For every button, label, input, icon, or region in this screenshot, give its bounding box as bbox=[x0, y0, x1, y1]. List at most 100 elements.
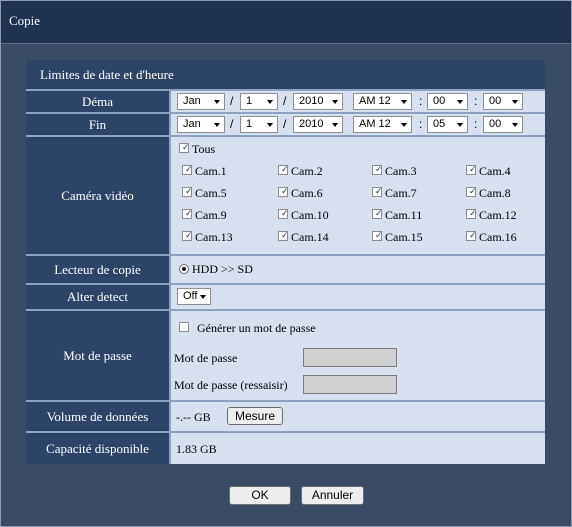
password-input[interactable] bbox=[303, 348, 397, 367]
end-day-select[interactable]: 1 bbox=[240, 116, 278, 133]
check-icon: ✓ bbox=[375, 165, 383, 175]
end-label: Fin bbox=[26, 114, 169, 135]
time-separator: : bbox=[419, 94, 423, 108]
camera-label: Caméra vidéo bbox=[26, 137, 169, 254]
check-icon: ✓ bbox=[469, 231, 477, 241]
radio-dot-icon bbox=[182, 267, 186, 271]
check-icon: ✓ bbox=[469, 187, 477, 197]
date-separator: / bbox=[283, 117, 287, 131]
start-second-select[interactable]: 00 bbox=[483, 93, 523, 110]
chevron-down-icon bbox=[457, 100, 463, 104]
checkbox-box[interactable]: ✓ bbox=[466, 165, 477, 175]
start-label: Déma bbox=[26, 91, 169, 112]
check-icon: ✓ bbox=[182, 143, 190, 153]
cancel-button[interactable]: Annuler bbox=[301, 486, 364, 505]
start-year-select[interactable]: 2010 bbox=[293, 93, 343, 110]
password-value-cell: Générer un mot de passe Mot de passe Mot… bbox=[171, 311, 545, 400]
start-row: Déma Jan / 1 / 2010 AM 12 : 00 : 00 bbox=[26, 91, 545, 112]
checkbox-box[interactable]: ✓ bbox=[372, 209, 383, 219]
alter-value-cell: Off bbox=[171, 285, 545, 309]
alter-detect-select[interactable]: Off bbox=[177, 288, 211, 305]
chevron-down-icon bbox=[267, 123, 273, 127]
checkbox-box[interactable]: ✓ bbox=[278, 209, 289, 219]
drive-label: Lecteur de copie bbox=[26, 256, 169, 283]
password-confirm-input[interactable] bbox=[303, 375, 397, 394]
checkbox-box[interactable]: ✓ bbox=[182, 187, 193, 197]
chevron-down-icon bbox=[214, 100, 220, 104]
camera-checkbox-label: Cam.14 bbox=[291, 230, 329, 244]
end-second-select[interactable]: 00 bbox=[483, 116, 523, 133]
chevron-down-icon bbox=[200, 295, 206, 299]
volume-value-cell: -.-- GB Mesure bbox=[171, 402, 545, 431]
camera-value-cell: ✓ Tous ✓ Cam.1 ✓ Cam.2 ✓ Cam.3 ✓ Cam.4 ✓ Cam.5 ✓ Ca… bbox=[171, 137, 545, 254]
camera-checkbox-label: Cam.7 bbox=[385, 186, 417, 200]
check-icon: ✓ bbox=[281, 209, 289, 219]
measure-button[interactable]: Mesure bbox=[227, 407, 283, 425]
chevron-down-icon bbox=[401, 123, 407, 127]
alter-row: Alter detect Off bbox=[26, 285, 545, 309]
date-separator: / bbox=[230, 94, 234, 108]
checkbox-box[interactable]: ✓ bbox=[466, 231, 477, 241]
date-separator: / bbox=[283, 94, 287, 108]
checkbox-box[interactable]: ✓ bbox=[179, 143, 190, 153]
end-minute-select[interactable]: 05 bbox=[427, 116, 468, 133]
ok-button[interactable]: OK bbox=[229, 486, 291, 505]
section-header: Limites de date et d'heure bbox=[26, 60, 545, 89]
check-icon: ✓ bbox=[469, 165, 477, 175]
checkbox-box[interactable]: ✓ bbox=[372, 165, 383, 175]
drive-value-cell: HDD >> SD bbox=[171, 256, 545, 283]
camera-checkbox-label: Cam.3 bbox=[385, 164, 417, 178]
checkbox-box[interactable]: ✓ bbox=[372, 187, 383, 197]
end-hour-select[interactable]: AM 12 bbox=[353, 116, 412, 133]
camera-checkbox-label: Cam.13 bbox=[195, 230, 233, 244]
chevron-down-icon bbox=[401, 100, 407, 104]
date-separator: / bbox=[230, 117, 234, 131]
camera-checkbox-label: Cam.8 bbox=[479, 186, 511, 200]
end-year-select[interactable]: 2010 bbox=[293, 116, 343, 133]
capacity-value: 1.83 GB bbox=[176, 442, 217, 456]
check-icon: ✓ bbox=[185, 209, 193, 219]
start-month-select[interactable]: Jan bbox=[177, 93, 225, 110]
end-row: Fin Jan / 1 / 2010 AM 12 : 05 : 00 bbox=[26, 114, 545, 135]
password-label: Mot de passe bbox=[26, 311, 169, 400]
time-separator: : bbox=[474, 117, 478, 131]
chevron-down-icon bbox=[214, 123, 220, 127]
check-icon: ✓ bbox=[185, 187, 193, 197]
camera-checkbox-label: Cam.5 bbox=[195, 186, 227, 200]
chevron-down-icon bbox=[512, 123, 518, 127]
checkbox-box[interactable]: ✓ bbox=[182, 231, 193, 241]
start-day-select[interactable]: 1 bbox=[240, 93, 278, 110]
check-icon: ✓ bbox=[281, 187, 289, 197]
chevron-down-icon bbox=[457, 123, 463, 127]
camera-checkbox-label: Cam.15 bbox=[385, 230, 423, 244]
checkbox-box[interactable]: ✓ bbox=[182, 165, 193, 175]
check-icon: ✓ bbox=[375, 209, 383, 219]
camera-checkbox-label: Cam.9 bbox=[195, 208, 227, 222]
end-month-select[interactable]: Jan bbox=[177, 116, 225, 133]
chevron-down-icon bbox=[267, 100, 273, 104]
start-value-cell: Jan / 1 / 2010 AM 12 : 00 : 00 bbox=[171, 91, 545, 112]
checkbox-box[interactable]: ✓ bbox=[466, 209, 477, 219]
checkbox-box[interactable]: ✓ bbox=[372, 231, 383, 241]
checkbox-box[interactable]: ✓ bbox=[466, 187, 477, 197]
volume-row: Volume de données -.-- GB Mesure bbox=[26, 402, 545, 431]
camera-checkbox-label: Cam.10 bbox=[291, 208, 329, 222]
chevron-down-icon bbox=[512, 100, 518, 104]
checkbox-box[interactable]: ✓ bbox=[278, 231, 289, 241]
checkbox-box[interactable]: ✓ bbox=[278, 187, 289, 197]
checkbox-box[interactable]: ✓ bbox=[182, 209, 193, 219]
checkbox-box[interactable]: ✓ bbox=[278, 165, 289, 175]
capacity-label: Capacité disponible bbox=[26, 433, 169, 464]
camera-checkbox-label: Cam.1 bbox=[195, 164, 227, 178]
camera-checkbox-label: Cam.2 bbox=[291, 164, 323, 178]
check-icon: ✓ bbox=[469, 209, 477, 219]
start-minute-select[interactable]: 00 bbox=[427, 93, 468, 110]
checkbox-box[interactable] bbox=[179, 322, 189, 332]
title-bar: Copie bbox=[1, 1, 571, 44]
copy-settings-panel: Limites de date et d'heure Déma Jan / 1 … bbox=[26, 60, 545, 464]
camera-checkbox-label: Cam.12 bbox=[479, 208, 517, 222]
start-hour-select[interactable]: AM 12 bbox=[353, 93, 412, 110]
section-title: Limites de date et d'heure bbox=[40, 67, 174, 82]
time-separator: : bbox=[474, 94, 478, 108]
drive-radio[interactable] bbox=[179, 264, 189, 274]
